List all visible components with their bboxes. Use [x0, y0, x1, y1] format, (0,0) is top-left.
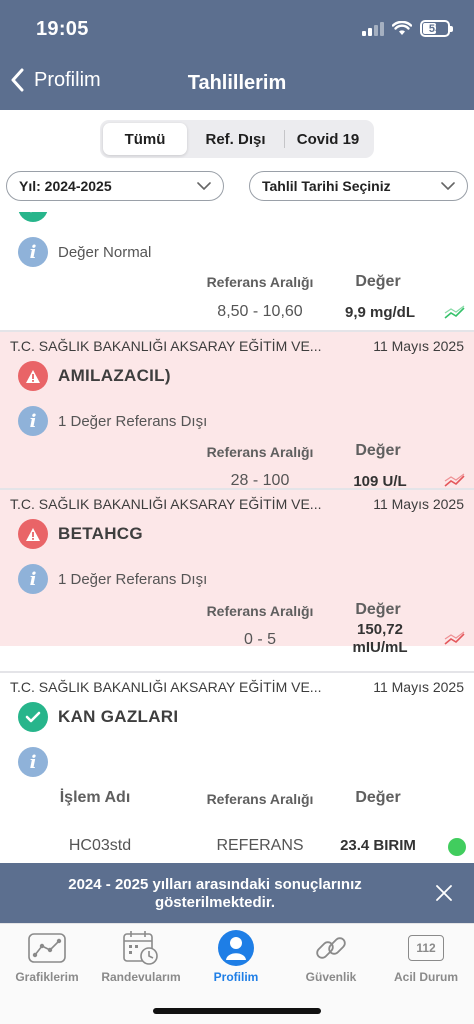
- value-header: Değer: [355, 789, 401, 806]
- tab-label: Profilim: [213, 970, 259, 984]
- test-result-card[interactable]: T.C. SAĞLIK BAKANLIĞI AKSARAY EĞİTİM VE.…: [0, 490, 474, 656]
- info-icon[interactable]: i: [18, 237, 48, 267]
- status-time: 19:05: [36, 18, 89, 40]
- warning-icon: [18, 361, 48, 391]
- test-date: 11 Mayıs 2025: [373, 338, 464, 354]
- result-info-text: 1 Değer Referans Dışı: [58, 571, 208, 588]
- battery-level: 53: [428, 22, 442, 35]
- app-screen: 19:05 53 Profilim Tahlillerim Tümü Ref. …: [0, 0, 474, 1024]
- nav-header: 19:05 53 Profilim Tahlillerim: [0, 0, 474, 110]
- warning-icon: [18, 519, 48, 549]
- close-icon[interactable]: [434, 883, 454, 903]
- segment-covid[interactable]: Covid 19: [285, 123, 371, 155]
- hospital-name: T.C. SAĞLIK BAKANLIĞI AKSARAY EĞİTİM VE.…: [10, 679, 322, 695]
- test-name: KAN GAZLARI: [58, 707, 179, 726]
- chart-icon: [27, 928, 67, 968]
- link-icon: [311, 928, 351, 968]
- result-info-text: Değer Normal: [58, 244, 152, 261]
- process-name-value: HC03std: [68, 837, 132, 854]
- hospital-name: T.C. SAĞLIK BAKANLIĞI AKSARAY EĞİTİM VE.…: [10, 496, 322, 512]
- reference-range-value: REFERANS: [216, 837, 304, 854]
- tab-appointments[interactable]: Randevularım: [94, 928, 188, 992]
- check-circle-icon: [18, 702, 48, 732]
- check-circle-icon: [18, 212, 48, 222]
- reference-range-value: 0 - 5: [243, 631, 276, 648]
- person-icon: [216, 928, 256, 968]
- emergency-112-icon: 112: [406, 928, 446, 968]
- segment-out-of-range[interactable]: Ref. Dışı: [187, 123, 284, 155]
- test-date-select-value: Tahlil Tarihi Seçiniz: [262, 178, 391, 194]
- value-header: Değer: [355, 273, 401, 290]
- status-dot: [448, 838, 466, 856]
- chevron-down-icon: [197, 182, 211, 190]
- test-result-card[interactable]: i Değer Normal Referans Aralığı Değer 8,…: [0, 212, 474, 330]
- process-name-header: İşlem Adı: [59, 789, 131, 806]
- tab-label: Acil Durum: [393, 970, 458, 984]
- result-info-text: 1 Değer Referans Dışı: [58, 413, 208, 430]
- test-results-list[interactable]: i Değer Normal Referans Aralığı Değer 8,…: [0, 212, 474, 863]
- info-icon[interactable]: i: [18, 406, 48, 436]
- value-header: Değer: [355, 442, 401, 459]
- test-name: AMILAZACIL): [58, 366, 171, 385]
- test-result-card[interactable]: T.C. SAĞLIK BAKANLIĞI AKSARAY EĞİTİM VE.…: [0, 673, 474, 863]
- result-value: 9,9 mg/dL: [344, 304, 415, 321]
- tab-profile[interactable]: Profilim: [189, 928, 283, 992]
- trend-chart-icon[interactable]: [444, 305, 466, 321]
- tab-charts[interactable]: Grafiklerim: [0, 928, 94, 992]
- result-value: 23.4 BIRIM: [340, 837, 416, 854]
- cellular-signal-icon: [362, 21, 384, 36]
- calendar-clock-icon: [121, 928, 161, 968]
- info-icon[interactable]: i: [18, 564, 48, 594]
- test-date: 11 Mayıs 2025: [373, 496, 464, 512]
- tab-security[interactable]: Güvenlik: [284, 928, 378, 992]
- year-select-value: Yıl: 2024-2025: [19, 178, 112, 194]
- status-indicators: 53: [362, 20, 453, 37]
- trend-chart-icon[interactable]: [444, 631, 466, 647]
- filter-segmented-control: Tümü Ref. Dışı Covid 19: [100, 120, 374, 158]
- result-value: 150,72: [357, 621, 403, 638]
- tab-label: Güvenlik: [305, 970, 357, 984]
- info-icon[interactable]: i: [18, 747, 48, 777]
- tab-emergency[interactable]: 112 Acil Durum: [379, 928, 473, 992]
- wifi-icon: [392, 21, 412, 35]
- tab-label: Randevularım: [101, 970, 181, 984]
- year-select[interactable]: Yıl: 2024-2025: [6, 171, 224, 201]
- hospital-name: T.C. SAĞLIK BAKANLIĞI AKSARAY EĞİTİM VE.…: [10, 338, 322, 354]
- reference-range-header: Referans Aralığı: [206, 791, 314, 807]
- test-result-card[interactable]: T.C. SAĞLIK BAKANLIĞI AKSARAY EĞİTİM VE.…: [0, 332, 474, 490]
- info-banner: 2024 - 2025 yılları arasındaki sonuçları…: [0, 863, 474, 923]
- battery-icon: 53: [420, 20, 453, 37]
- reference-range-header: Referans Aralığı: [206, 444, 314, 460]
- value-header: Değer: [355, 601, 401, 618]
- trend-chart-icon[interactable]: [444, 473, 466, 489]
- home-indicator: [153, 1008, 321, 1014]
- reference-range-value: 8,50 - 10,60: [217, 303, 303, 320]
- test-name: BETAHCG: [58, 524, 143, 543]
- tab-label: Grafiklerim: [15, 970, 79, 984]
- page-title: Tahlillerim: [187, 72, 287, 94]
- chevron-down-icon: [441, 182, 455, 190]
- test-date: 11 Mayıs 2025: [373, 679, 464, 695]
- reference-range-header: Referans Aralığı: [206, 274, 314, 290]
- segment-all[interactable]: Tümü: [103, 123, 187, 155]
- test-date-select[interactable]: Tahlil Tarihi Seçiniz: [249, 171, 468, 201]
- banner-text: 2024 - 2025 yılları arasındaki sonuçları…: [68, 876, 362, 911]
- reference-range-header: Referans Aralığı: [206, 603, 314, 619]
- result-unit: mIU/mL: [352, 639, 408, 656]
- emergency-number: 112: [408, 935, 444, 961]
